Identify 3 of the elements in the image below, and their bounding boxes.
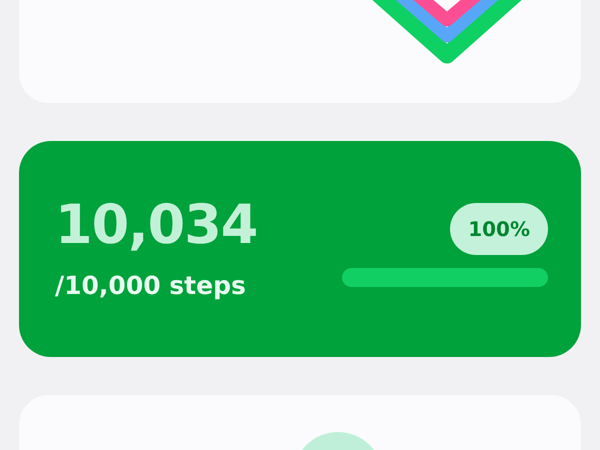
percent-badge: 100% <box>450 203 548 255</box>
step-count: 10,034 <box>55 192 258 258</box>
step-goal: /10,000 steps <box>55 271 247 300</box>
